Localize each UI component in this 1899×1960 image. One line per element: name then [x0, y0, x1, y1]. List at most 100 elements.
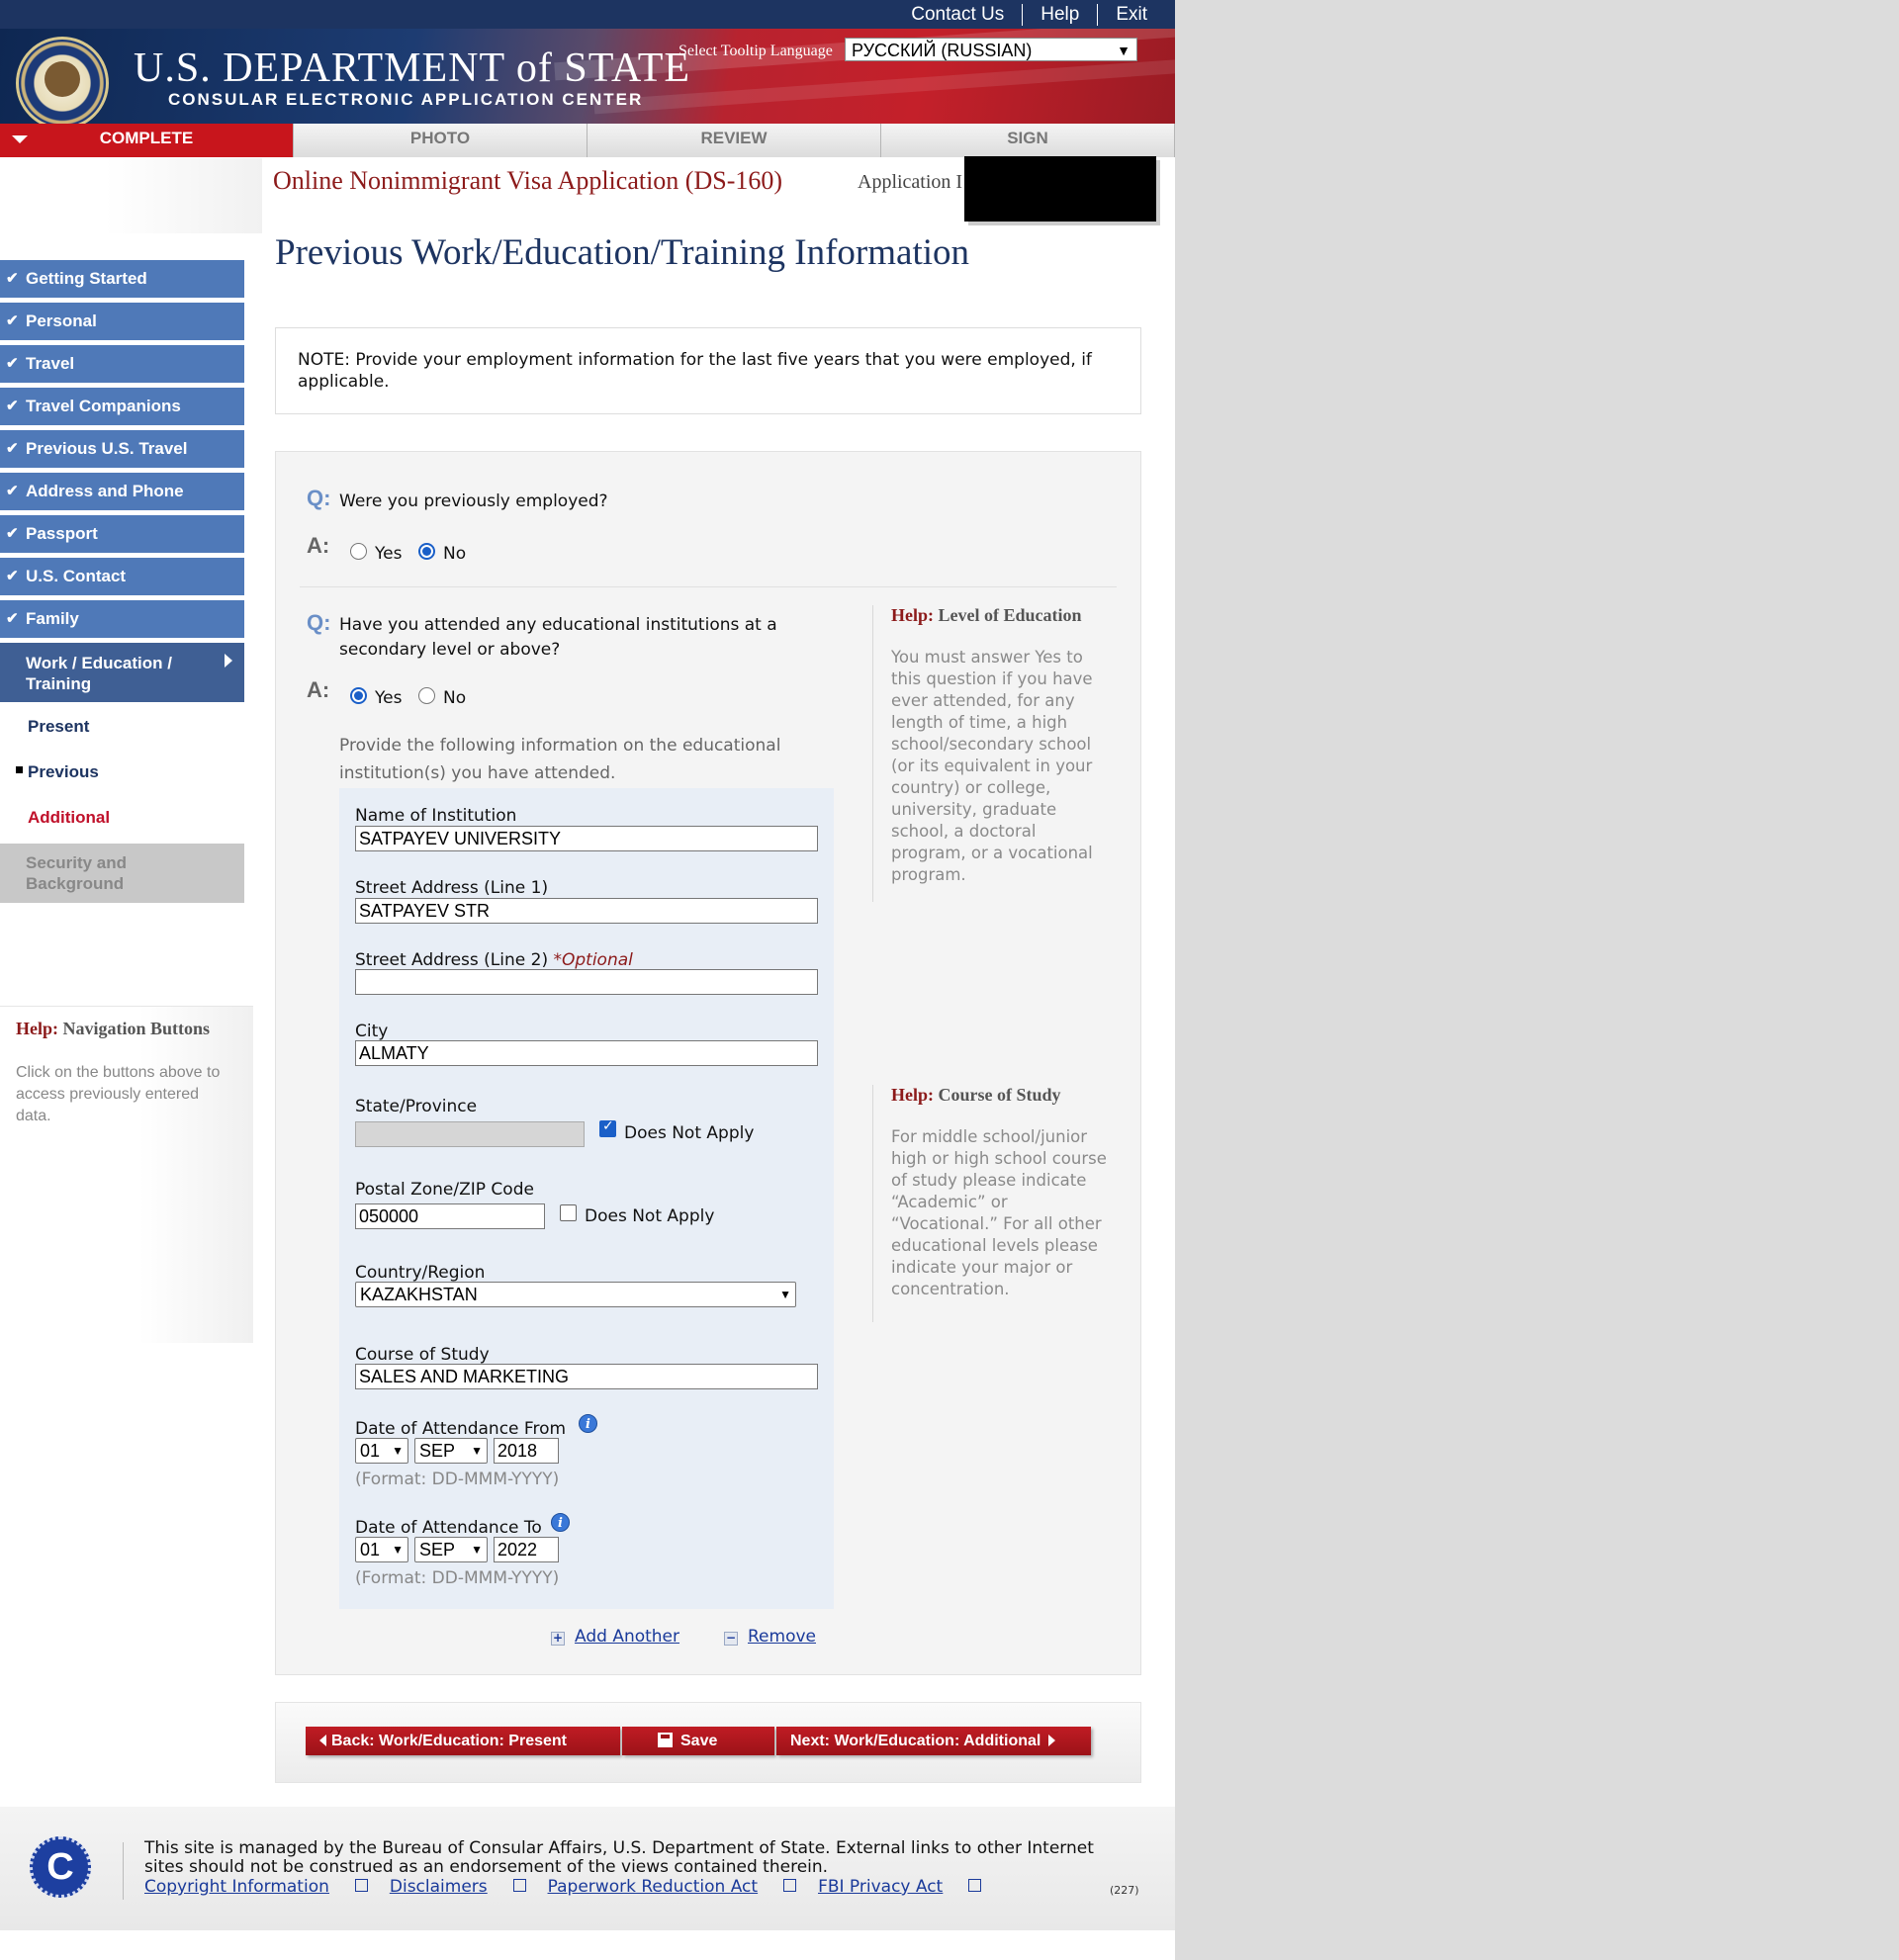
- tab-sign[interactable]: SIGN: [881, 124, 1175, 157]
- remove-link[interactable]: Remove: [748, 1627, 816, 1647]
- sidebar-item-travel-companions[interactable]: ✔ Travel Companions: [0, 388, 244, 425]
- sidebar-item-label: Additional: [28, 808, 111, 827]
- state-input[interactable]: [355, 1121, 585, 1147]
- education-question: Have you attended any educational instit…: [339, 615, 777, 660]
- from-day-value: 01: [360, 1441, 381, 1461]
- employed-no-radio[interactable]: [418, 543, 435, 560]
- sidebar-item-family[interactable]: ✔ Family: [0, 600, 244, 638]
- street2-input[interactable]: [355, 969, 818, 995]
- tooltip-language-select[interactable]: РУССКИЙ (RUSSIAN) ▼: [845, 38, 1137, 61]
- sidebar-item-security-background: Security and Background: [0, 844, 244, 903]
- city-input[interactable]: ALMATY: [355, 1040, 818, 1066]
- institution-input[interactable]: SATPAYEV UNIVERSITY: [355, 826, 818, 851]
- sidebar-item-passport[interactable]: ✔ Passport: [0, 515, 244, 553]
- sidebar-item-work-education[interactable]: Work / Education / Training: [0, 643, 244, 702]
- sidebar-subitem-present[interactable]: Present: [0, 707, 244, 753]
- course-label: Course of Study: [355, 1345, 490, 1365]
- employed-no-label: No: [443, 544, 467, 564]
- footer-disclaimer: This site is managed by the Bureau of Co…: [144, 1838, 1094, 1877]
- sidebar-item-personal[interactable]: ✔ Personal: [0, 303, 244, 340]
- chevron-down-icon: ▼: [392, 1543, 404, 1557]
- tooltip-language-label: Select Tooltip Language: [678, 43, 833, 59]
- left-fade: [0, 158, 262, 233]
- next-button[interactable]: Next: Work/Education: Additional: [776, 1727, 1091, 1755]
- sidebar-nav: ✔ Getting Started ✔ Personal ✔ Travel ✔ Trav…: [0, 260, 244, 908]
- zip-input[interactable]: 050000: [355, 1203, 545, 1229]
- back-button[interactable]: Back: Work/Education: Present: [306, 1727, 620, 1755]
- state-does-not-apply-checkbox[interactable]: [599, 1118, 616, 1137]
- info-icon[interactable]: i: [551, 1513, 570, 1532]
- save-button[interactable]: Save: [622, 1727, 774, 1755]
- a-marker: A:: [307, 677, 330, 702]
- help-course-of-study: Help: Course of Study For middle school/…: [872, 1085, 1111, 1322]
- current-bullet-icon: [16, 766, 23, 773]
- fbi-privacy-link[interactable]: FBI Privacy Act: [818, 1877, 982, 1897]
- tab-review[interactable]: REVIEW: [588, 124, 881, 157]
- from-day-select[interactable]: 01 ▼: [355, 1438, 408, 1464]
- info-icon[interactable]: i: [579, 1414, 597, 1433]
- zip-does-not-apply-checkbox[interactable]: [560, 1204, 577, 1221]
- consular-affairs-logo-icon: C: [30, 1836, 91, 1898]
- sidebar-item-label: Getting Started: [26, 269, 147, 288]
- progress-tabs: COMPLETE PHOTO REVIEW SIGN: [0, 124, 1175, 157]
- navigation-button-bar: Back: Work/Education: Present Save Next:…: [275, 1702, 1141, 1783]
- caret-down-icon: [12, 135, 28, 143]
- tab-label: PHOTO: [409, 129, 471, 147]
- to-month-value: SEP: [419, 1540, 456, 1559]
- sidebar-item-label: Security and Background: [26, 853, 128, 893]
- sidebar-subitem-additional[interactable]: Additional: [0, 798, 244, 844]
- sidebar-item-address-and-phone[interactable]: ✔ Address and Phone: [0, 473, 244, 510]
- note-box: NOTE: Provide your employment informatio…: [275, 327, 1141, 414]
- institution-label: Name of Institution: [355, 806, 517, 826]
- sidebar-item-label: Present: [28, 717, 90, 736]
- sidebar-item-previous-us-travel[interactable]: ✔ Previous U.S. Travel: [0, 430, 244, 468]
- from-month-select[interactable]: SEP ▼: [414, 1438, 488, 1464]
- contact-us-link[interactable]: Contact Us: [893, 4, 1024, 26]
- sidebar-item-getting-started[interactable]: ✔ Getting Started: [0, 260, 244, 298]
- employed-yes-label: Yes: [375, 544, 403, 564]
- help-text-level: You must answer Yes to this question if …: [891, 648, 1093, 884]
- copyright-link[interactable]: Copyright Information: [144, 1877, 368, 1897]
- save-button-label: Save: [680, 1733, 718, 1749]
- navigation-help: Help: Navigation Buttons Click on the bu…: [0, 1006, 253, 1343]
- country-select[interactable]: KAZAKHSTAN ▼: [355, 1282, 796, 1307]
- exit-link[interactable]: Exit: [1098, 4, 1151, 26]
- from-year-input[interactable]: 2018: [494, 1438, 559, 1464]
- sidebar-subitem-previous[interactable]: Previous: [0, 753, 244, 798]
- education-no-radio[interactable]: [418, 687, 435, 704]
- navigation-help-title: Help: Navigation Buttons: [16, 1019, 210, 1039]
- tab-complete[interactable]: COMPLETE: [0, 124, 294, 157]
- arrow-right-icon: [1048, 1735, 1056, 1746]
- help-title: Course of Study: [938, 1085, 1061, 1105]
- next-button-label: Next: Work/Education: Additional: [790, 1733, 1041, 1749]
- street1-input[interactable]: SATPAYEV STR: [355, 898, 818, 924]
- tab-photo[interactable]: PHOTO: [294, 124, 588, 157]
- remove-icon[interactable]: −: [724, 1632, 738, 1646]
- add-another-link[interactable]: Add Another: [575, 1627, 679, 1647]
- to-month-select[interactable]: SEP ▼: [414, 1537, 488, 1562]
- form-title: Online Nonimmigrant Visa Application (DS…: [273, 166, 783, 195]
- chevron-down-icon: ▼: [392, 1444, 404, 1458]
- course-input[interactable]: SALES AND MARKETING: [355, 1364, 818, 1389]
- to-day-select[interactable]: 01 ▼: [355, 1537, 408, 1562]
- version-number: (227): [1110, 1884, 1139, 1897]
- sidebar-item-travel[interactable]: ✔ Travel: [0, 345, 244, 383]
- employed-yes-radio[interactable]: [350, 543, 367, 560]
- institution-fieldset: Name of Institution SATPAYEV UNIVERSITY …: [339, 788, 834, 1609]
- external-link-icon: [354, 1879, 368, 1892]
- education-no-label: No: [443, 688, 467, 708]
- sidebar-item-label: Travel Companions: [26, 397, 181, 415]
- disclaimers-link[interactable]: Disclaimers: [390, 1877, 526, 1897]
- to-year-input[interactable]: 2022: [494, 1537, 559, 1562]
- sidebar-item-label: Passport: [26, 524, 98, 543]
- employed-question: Were you previously employed?: [339, 491, 608, 511]
- paperwork-reduction-link[interactable]: Paperwork Reduction Act: [548, 1877, 797, 1897]
- sidebar-item-us-contact[interactable]: ✔ U.S. Contact: [0, 558, 244, 595]
- help-level-of-education: Help: Level of Education You must answer…: [872, 605, 1111, 902]
- help-link[interactable]: Help: [1023, 4, 1099, 26]
- education-yes-radio[interactable]: [350, 687, 367, 704]
- q-marker: Q:: [307, 610, 331, 635]
- add-icon[interactable]: +: [551, 1632, 565, 1646]
- chevron-right-icon: [225, 654, 232, 668]
- from-date-label: Date of Attendance From: [355, 1419, 567, 1439]
